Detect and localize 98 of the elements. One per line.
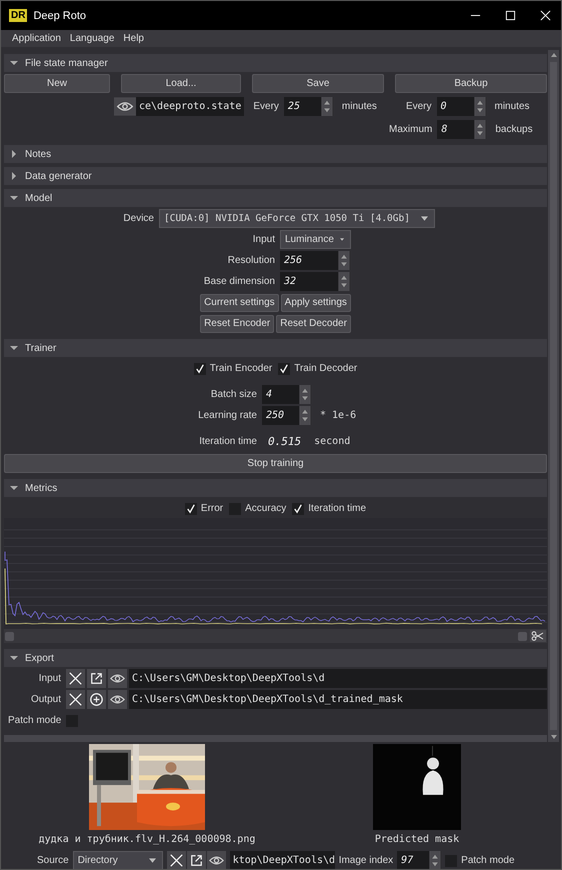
range-handle[interactable] — [5, 632, 14, 640]
patch-mode-label: Patch mode — [461, 855, 515, 866]
number-spinbox[interactable]: 0 — [436, 97, 486, 116]
stop-training-button[interactable]: Stop training — [4, 454, 547, 473]
spin-arrows-icon[interactable] — [320, 97, 333, 116]
checkbox-label: Train Encoder — [210, 363, 272, 374]
image-caption: Predicted mask — [374, 834, 460, 845]
source-label: Source — [37, 855, 69, 866]
path-label: Output — [30, 694, 61, 705]
splitter-handle[interactable] — [4, 735, 547, 742]
section-header[interactable]: Notes — [4, 145, 547, 163]
image-index-label: Image index — [338, 855, 394, 866]
path-field[interactable]: C:\Users\GM\Desktop\DeepXTools\d_trained_mask — [129, 690, 547, 709]
source-dropdown[interactable]: Directory — [72, 851, 163, 869]
section-header[interactable]: Metrics — [4, 479, 547, 497]
image-caption: дудка и трубник.flv_H.264_000098.png — [38, 834, 256, 845]
menu-item[interactable]: Help — [123, 33, 144, 44]
horizontal-scrollbar[interactable] — [4, 629, 547, 643]
backup-maximum-label: Maximum — [389, 124, 432, 135]
input-dropdown[interactable]: Luminance — [280, 230, 351, 249]
input-label: Input — [252, 234, 275, 245]
state-file-path-field[interactable]: ce\deeproto.state — [136, 97, 244, 116]
caret-icon — [148, 858, 156, 863]
checkbox[interactable] — [292, 502, 304, 514]
external-link-icon[interactable] — [186, 851, 206, 869]
range-handle[interactable] — [518, 632, 527, 640]
checkbox[interactable] — [194, 362, 206, 374]
unit-label: backups — [495, 124, 533, 135]
unit-label: minutes — [494, 101, 530, 112]
iteration-time-label: Iteration time — [198, 436, 257, 447]
checkbox-label: Error — [200, 503, 224, 514]
caret-icon — [421, 216, 428, 221]
learning-rate-label: Learning rate — [197, 410, 257, 421]
field-label: Resolution — [226, 255, 275, 266]
clear-icon[interactable] — [66, 669, 85, 688]
field-label: Base dimension — [202, 276, 275, 287]
action-button[interactable]: Current settings — [200, 294, 279, 312]
clear-icon[interactable] — [66, 690, 85, 709]
number-spinbox[interactable]: 25 — [284, 97, 333, 116]
device-label: Device — [122, 213, 154, 224]
batch-size-label: Batch size — [210, 389, 257, 400]
unit-label: second — [314, 436, 350, 447]
vertical-scrollbar[interactable] — [548, 50, 559, 742]
path-label: Input — [38, 673, 61, 684]
backup-interval-label: Every — [406, 101, 432, 112]
menu-item[interactable]: Application — [12, 33, 61, 44]
action-button[interactable]: New — [4, 74, 110, 93]
external-link-icon[interactable] — [87, 669, 106, 688]
checkbox[interactable] — [278, 362, 290, 374]
spin-arrows-icon[interactable] — [338, 251, 350, 270]
device-dropdown[interactable]: [CUDA:0] NVIDIA GeForce GTX 1050 Ti [4.0Gb] — [159, 209, 435, 228]
app-logo: DR — [9, 9, 28, 22]
number-spinbox[interactable]: 97 — [397, 851, 442, 869]
section-header[interactable]: Data generator — [4, 167, 547, 185]
number-spinbox[interactable]: 4 — [262, 385, 311, 404]
clear-icon[interactable] — [166, 851, 186, 869]
action-button[interactable]: Apply settings — [280, 294, 351, 312]
number-spinbox[interactable]: 250 — [262, 406, 311, 425]
add-icon[interactable] — [87, 690, 106, 709]
close-icon[interactable] — [540, 10, 551, 21]
number-spinbox[interactable]: 8 — [437, 120, 486, 139]
number-spinbox[interactable]: 256 — [280, 251, 350, 270]
checkbox-label: Train Decoder — [294, 363, 358, 374]
path-field[interactable]: ktop\DeepXTools\d — [230, 851, 335, 869]
section-header[interactable]: Trainer — [4, 339, 547, 357]
action-button[interactable]: Save — [252, 74, 384, 93]
spin-arrows-icon[interactable] — [474, 97, 486, 116]
action-button[interactable]: Backup — [395, 74, 547, 93]
scissors-icon[interactable] — [530, 630, 546, 642]
eye-icon[interactable] — [114, 97, 136, 116]
maximize-icon[interactable] — [505, 10, 516, 21]
spin-arrows-icon[interactable] — [474, 120, 486, 139]
autosave-label: Every — [253, 101, 279, 112]
window-title: Deep Roto — [33, 10, 86, 22]
eye-icon[interactable] — [108, 669, 127, 688]
menu-item[interactable]: Language — [70, 33, 114, 44]
checkbox-label: Accuracy — [245, 503, 286, 514]
eye-icon[interactable] — [108, 690, 127, 709]
section-header[interactable]: File state manager — [4, 54, 547, 72]
eye-icon[interactable] — [206, 851, 226, 869]
section-header[interactable]: Model — [4, 189, 547, 207]
action-button[interactable]: Load... — [121, 74, 241, 93]
spin-arrows-icon[interactable] — [429, 851, 442, 869]
section-header[interactable]: Export — [4, 649, 547, 667]
number-spinbox[interactable]: 32 — [280, 272, 350, 291]
spin-arrows-icon[interactable] — [338, 272, 350, 291]
action-button[interactable]: Reset Encoder — [200, 314, 274, 332]
iteration-time-value: 0.515 — [268, 435, 302, 448]
spin-arrows-icon[interactable] — [299, 385, 311, 404]
multiplier-label: * 1e-6 — [320, 410, 356, 421]
action-button[interactable]: Reset Decoder — [276, 314, 351, 332]
path-field[interactable]: C:\Users\GM\Desktop\DeepXTools\d — [129, 669, 547, 688]
checkbox-label: Iteration time — [308, 503, 366, 514]
patch-mode-label: Patch mode — [8, 715, 62, 726]
unit-label: minutes — [342, 101, 377, 112]
checkbox[interactable] — [184, 502, 197, 514]
spin-arrows-icon[interactable] — [299, 406, 311, 425]
caret-icon — [340, 237, 344, 242]
